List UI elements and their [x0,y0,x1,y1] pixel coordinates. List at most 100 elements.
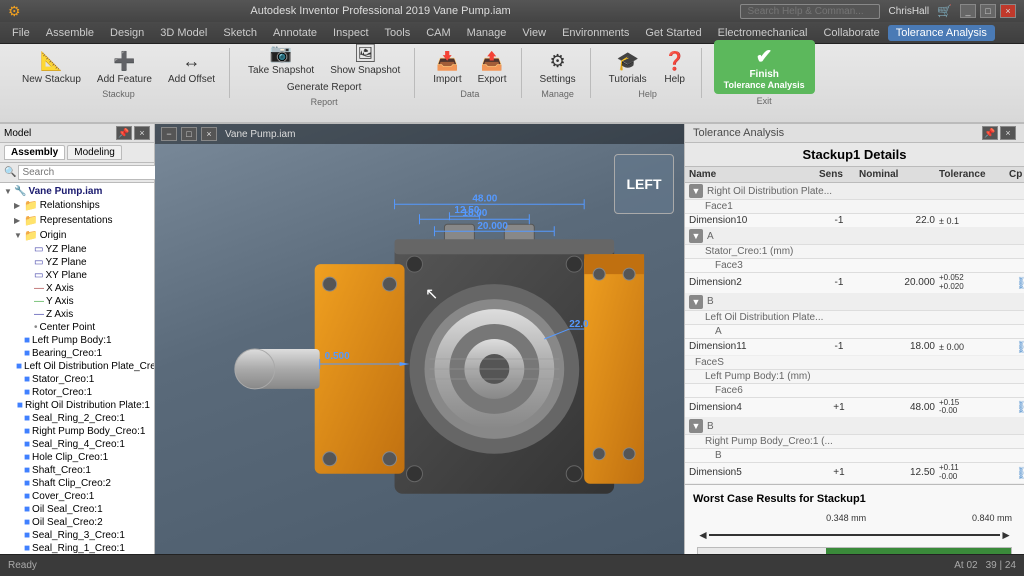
tutorials-button[interactable]: 🎓 Tutorials [603,48,653,87]
section-header-right-oil: ▼ Right Oil Distribution Plate... [685,183,1024,200]
user-name: ChrisHall [888,6,929,17]
new-stackup-button[interactable]: 📐 New Stackup [16,48,87,87]
add-offset-button[interactable]: ↔ Add Offset [162,48,221,87]
tree-item-oil-seal-1[interactable]: ■Oil Seal_Creo:1 [12,503,152,516]
link-icon-dim11[interactable]: ⛓ [1009,340,1024,354]
tree-item-left-pump-body[interactable]: ■Left Pump Body:1 [12,334,152,347]
search-icon: 🔍 [4,167,16,178]
generate-report-button[interactable]: Generate Report [281,80,368,95]
tree-item-center-point[interactable]: •Center Point [22,321,152,334]
table-row-dimension4[interactable]: Dimension4 +1 48.00 +0.15 -0.00 ⛓ [685,398,1024,419]
main-area: Model 📌 × Assembly Modeling 🔍 ☰ ▼ 🔧 Vane… [0,124,1024,554]
menu-view[interactable]: View [514,25,554,41]
3d-viewport[interactable]: − □ × Vane Pump.iam [155,124,684,554]
menu-assemble[interactable]: Assemble [38,25,102,41]
collapse-btn-1[interactable]: ▼ [689,184,703,198]
add-feature-button[interactable]: ➕ Add Feature [91,48,158,87]
tree-item-xy-plane[interactable]: ▭XY Plane [22,269,152,282]
maximize-button[interactable]: □ [980,4,996,18]
tree-item-y-axis[interactable]: —Y Axis [22,295,152,308]
vane-pump-icon: 🔧 [14,186,26,197]
right-panel-close[interactable]: × [1000,126,1016,140]
tree-item-hole-clip[interactable]: ■Hole Clip_Creo:1 [12,451,152,464]
tolerance-analysis-tab[interactable]: Tolerance Analysis [693,127,784,139]
tree-item-shaft-clip-2[interactable]: ■Shaft Clip_Creo:2 [12,477,152,490]
help-button[interactable]: ❓ Help [657,48,693,87]
tree-item-seal-ring-1[interactable]: ■Seal_Ring_1_Creo:1 [12,542,152,554]
menu-get-started[interactable]: Get Started [637,25,709,41]
tree-item-left-oil-dist[interactable]: ■Left Oil Distribution Plate_Creo:1 [12,360,152,373]
show-snapshot-button[interactable]: 🖼 Show Snapshot [324,39,406,78]
menu-collaborate[interactable]: Collaborate [815,25,887,41]
tree-item-root[interactable]: ▼ 🔧 Vane Pump.iam [2,185,152,198]
tree-item-bearing[interactable]: ■Bearing_Creo:1 [12,347,152,360]
stator-sub-header: Stator_Creo:1 (mm) [685,245,1024,259]
menu-3dmodel[interactable]: 3D Model [152,25,215,41]
link-icon-dim4[interactable]: ⛓ [1009,400,1024,414]
viewport-minimize-button[interactable]: − [161,127,177,141]
link-icon-dim2[interactable]: ⛓ [1009,276,1024,290]
menu-manage[interactable]: Manage [459,25,515,41]
model-tree: ▼ 🔧 Vane Pump.iam ▶📁Relationships ▶📁Repr… [0,183,154,554]
tree-item-seal-ring-4[interactable]: ■Seal_Ring_4_Creo:1 [12,438,152,451]
take-snapshot-button[interactable]: 📷 Take Snapshot [242,39,320,78]
tree-item-shaft[interactable]: ■Shaft_Creo:1 [12,464,152,477]
tree-item-z-axis[interactable]: —Z Axis [22,308,152,321]
tree-item-cover[interactable]: ■Cover_Creo:1 [12,490,152,503]
close-button[interactable]: × [1000,4,1016,18]
tree-item-yz-plane-2[interactable]: ▭YZ Plane [22,256,152,269]
view-cube[interactable]: LEFT [614,154,674,214]
menu-electromechanical[interactable]: Electromechanical [710,25,816,41]
collapse-btn-2[interactable]: ▼ [689,229,703,243]
tree-item-origin[interactable]: ▼📁Origin [12,228,152,243]
tree-item-seal-ring-2[interactable]: ■Seal_Ring_2_Creo:1 [12,412,152,425]
tree-item-yz-plane-1[interactable]: ▭YZ Plane [22,243,152,256]
menu-environments[interactable]: Environments [554,25,637,41]
tree-item-right-oil-dist[interactable]: ■Right Oil Distribution Plate:1 [12,399,152,412]
left-oil-sub-header: Left Oil Distribution Plate... [685,311,1024,325]
finish-tolerance-analysis-button[interactable]: ✔ Finish Tolerance Analysis [714,40,815,94]
table-row-dimension11[interactable]: Dimension11 -1 18.00 ± 0.00 ⛓ [685,339,1024,356]
model-panel-close[interactable]: × [134,126,150,140]
tree-item-stator[interactable]: ■Stator_Creo:1 [12,373,152,386]
tree-item-oil-seal-2[interactable]: ■Oil Seal_Creo:2 [12,516,152,529]
show-snapshot-icon: 🖼 [353,41,377,65]
tab-assembly[interactable]: Assembly [4,145,65,160]
ribbon-group-exit: ✔ Finish Tolerance Analysis Exit [706,48,823,98]
link-icon-dim5[interactable]: ⛓ [1009,466,1024,480]
section-header-left-oil: ▼ B [685,294,1024,311]
finish-icon: ✔ [724,44,805,69]
menu-design[interactable]: Design [102,25,152,41]
results-chart: 0.348 mm 0.840 mm ◄ ► 0.000 mm 0.500 [693,513,1016,554]
model-panel-pin[interactable]: 📌 [116,126,132,140]
tree-item-seal-ring-3[interactable]: ■Seal_Ring_3_Creo:1 [12,529,152,542]
search-input[interactable] [740,4,880,19]
collapse-btn-5[interactable]: ▼ [689,419,703,433]
viewport-maximize-button[interactable]: □ [181,127,197,141]
table-row-dimension5[interactable]: Dimension5 +1 12.50 +0.11 -0.00 ⛓ [685,463,1024,484]
settings-button[interactable]: ⚙ Settings [534,48,582,87]
tree-item-x-axis[interactable]: —X Axis [22,282,152,295]
viewport-close-button[interactable]: × [201,127,217,141]
minimize-button[interactable]: _ [960,4,976,18]
section-header-stator: ▼ A [685,228,1024,245]
tree-item-rotor[interactable]: ■Rotor_Creo:1 [12,386,152,399]
table-row-dimension2[interactable]: Dimension2 -1 20.000 +0.052 +0.020 ⛓ [685,273,1024,294]
tab-modeling[interactable]: Modeling [67,145,122,160]
ribbon-group-stackup: 📐 New Stackup ➕ Add Feature ↔ Add Offset… [8,48,230,98]
right-panel-pin[interactable]: 📌 [982,126,998,140]
tree-item-representations[interactable]: ▶📁Representations [12,213,152,228]
face6-header: Face6 [685,384,1024,398]
menu-file[interactable]: File [4,25,38,41]
menu-tolerance-analysis[interactable]: Tolerance Analysis [888,25,995,41]
tree-item-relationships[interactable]: ▶📁Relationships [12,198,152,213]
import-button[interactable]: 📥 Import [427,48,467,87]
export-button[interactable]: 📤 Export [472,48,513,87]
face1-header: Face1 [685,200,1024,214]
tree-item-right-pump-body[interactable]: ■Right Pump Body_Creo:1 [12,425,152,438]
chart-bar-container [697,547,1012,554]
tree-search-input[interactable] [18,165,158,180]
table-row-dimension10[interactable]: Dimension10 -1 22.0 ± 0.1 [685,214,1024,228]
menu-cam[interactable]: CAM [418,25,458,41]
collapse-btn-3[interactable]: ▼ [689,295,703,309]
